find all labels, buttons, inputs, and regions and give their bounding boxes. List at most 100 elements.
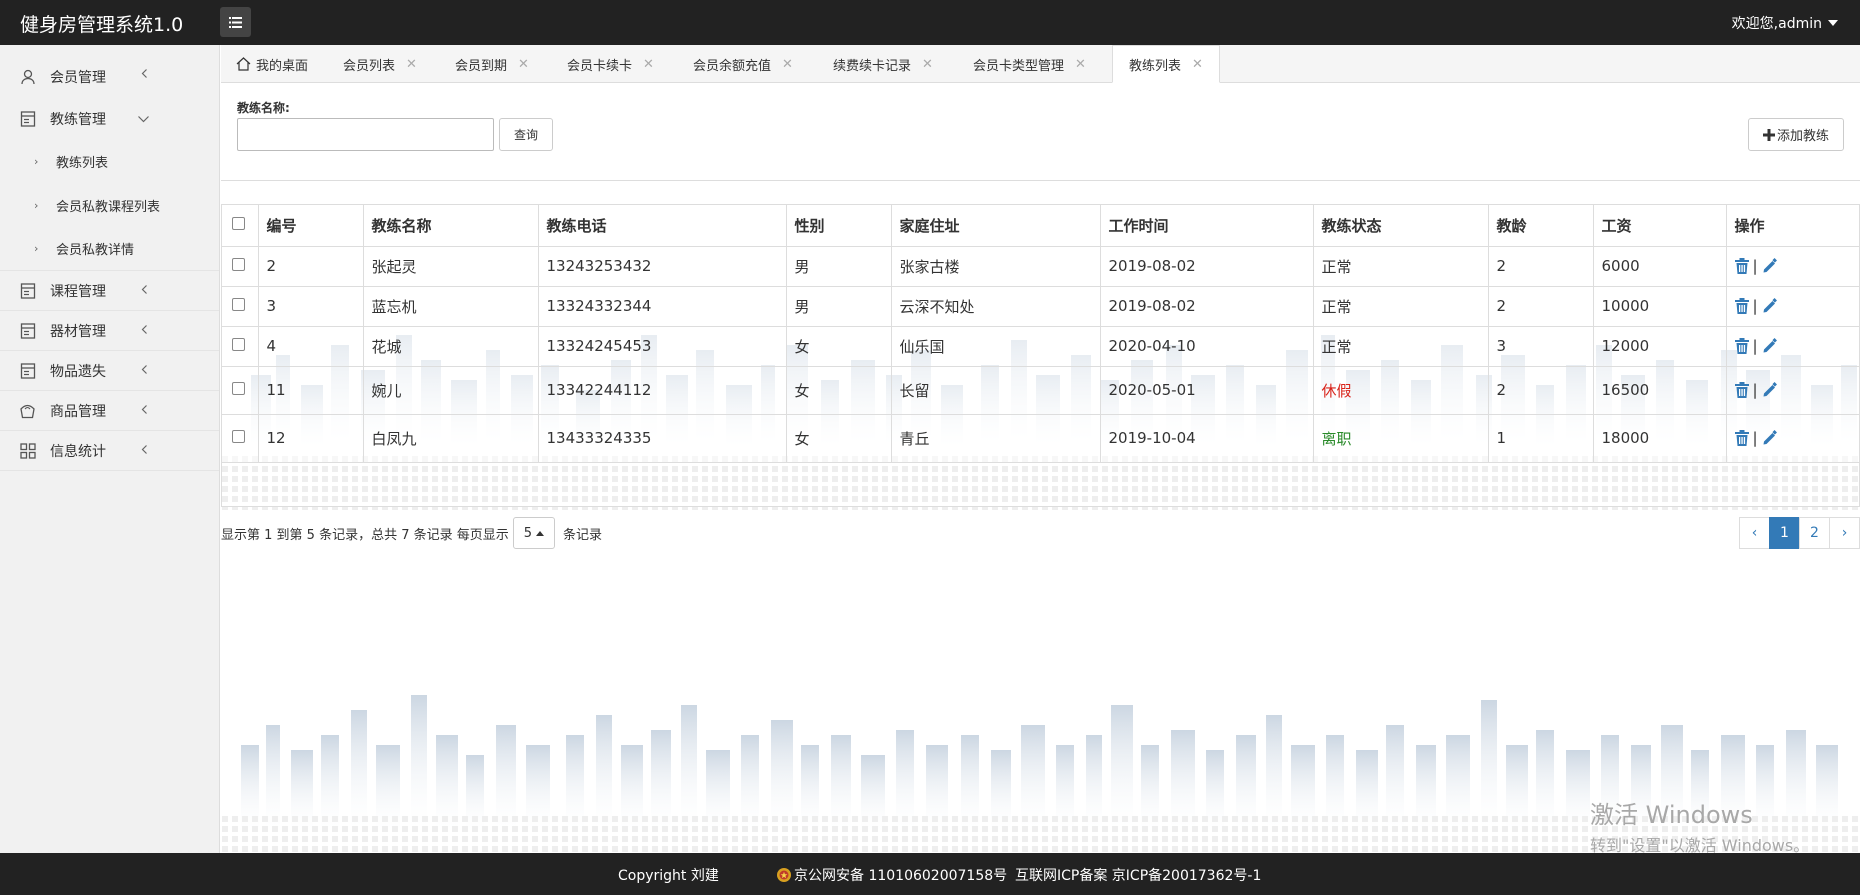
close-icon[interactable]: ✕ [1192,57,1203,72]
edit-pencil-icon[interactable] [1762,382,1778,398]
row-checkbox[interactable] [232,338,245,351]
sidebar-item-statistics[interactable]: 信息统计 [0,431,219,471]
column-header[interactable]: 教龄 [1488,205,1594,247]
page-button-1[interactable]: 1 [1769,517,1800,549]
chevron-left-icon [141,405,147,414]
footer-police-record[interactable]: 京公网安备 11010602007158号 [776,865,1007,885]
page-size-select[interactable]: 5 [512,517,556,549]
tab-desktop[interactable]: 我的桌面 [236,45,308,83]
edit-pencil-icon[interactable] [1762,258,1778,274]
trash-icon[interactable] [1734,382,1749,398]
sidebar-subitem-label: 教练列表 [56,155,109,171]
row-checkbox[interactable] [232,382,245,395]
footer-icp[interactable]: 互联网ICP备案 京ICP备20017362号-1 [1015,865,1261,885]
chevron-left-icon [141,365,147,374]
row-actions-cell: | [1726,286,1859,327]
close-icon[interactable]: ✕ [782,57,793,72]
trash-icon[interactable] [1734,338,1749,354]
edit-pencil-icon[interactable] [1762,298,1778,314]
column-header[interactable]: 家庭住址 [891,205,1101,247]
close-icon[interactable]: ✕ [518,57,529,72]
sidebar-subitem-private-detail[interactable]: › 会员私教详情 [0,227,219,271]
tab-balance-recharge[interactable]: 会员余额充值 ✕ [693,45,793,83]
sidebar-item-course[interactable]: 课程管理 [0,271,219,311]
page-button-2[interactable]: 2 [1799,517,1830,549]
sidebar-item-coach[interactable]: 教练管理 [0,99,219,139]
sidebar-item-lost-items[interactable]: 物品遗失 [0,351,219,391]
table-cell: 男 [786,286,892,327]
select-all-checkbox[interactable] [232,217,245,231]
sidebar-item-member[interactable]: 会员管理 [0,55,219,99]
trash-icon[interactable] [1734,430,1749,446]
edit-pencil-icon[interactable] [1762,338,1778,354]
column-header[interactable]: 教练电话 [538,205,787,247]
table-cell: 2019-10-04 [1100,414,1314,463]
tab-bar: 我的桌面 会员列表 ✕ 会员到期 ✕ 会员卡续卡 ✕ 会员余额充值 ✕ 续费续卡记录 ✕ … [221,45,1860,83]
coach-table: 编号 教练名称 教练电话 性别 家庭住址 工作时间 教练状态 教龄 工资 操作 … [221,204,1860,507]
watermark-line1: 激活 Windows [1590,801,1753,829]
sidebar-item-goods[interactable]: 商品管理 [0,391,219,431]
sidebar-subitem-private-course-list[interactable]: › 会员私教课程列表 [0,183,219,227]
table-cell: 离职 [1313,414,1489,463]
table-cell: 1 [1488,414,1594,463]
sidebar-subitem-coach-list[interactable]: › 教练列表 [0,139,219,183]
table-cell: 婉儿 [363,366,539,415]
top-bar: 健身房管理系统1.0 欢迎您,admin [0,0,1860,45]
document-icon [19,322,36,339]
pager-info: 显示第 1 到第 5 条记录，总共 7 条记录 每页显示 5 条记录 [221,517,602,549]
tab-coach-list[interactable]: 教练列表 ✕ [1112,45,1220,83]
user-icon [19,69,36,86]
table-cell: 男 [786,246,892,287]
column-header[interactable]: 教练状态 [1313,205,1489,247]
query-button[interactable]: 查询 [499,118,553,151]
document-icon [19,111,36,128]
sidebar-item-equipment[interactable]: 器材管理 [0,311,219,351]
tab-member-expiry[interactable]: 会员到期 ✕ [455,45,529,83]
trash-icon[interactable] [1734,258,1749,274]
close-icon[interactable]: ✕ [922,57,933,72]
action-separator: | [1752,381,1758,399]
column-header[interactable]: 工作时间 [1100,205,1314,247]
table-cell: 长留 [891,366,1101,415]
column-header[interactable]: 教练名称 [363,205,539,247]
row-checkbox[interactable] [232,298,245,311]
row-select-cell [222,326,259,367]
table-cell: 3 [1488,326,1594,367]
chevron-right-icon: › [34,154,39,168]
next-page-button[interactable]: › [1829,517,1860,549]
table-cell: 云深不知处 [891,286,1101,327]
column-header[interactable]: 编号 [258,205,364,247]
sidebar-item-label: 信息统计 [50,443,106,460]
tab-member-list[interactable]: 会员列表 ✕ [343,45,417,83]
tab-card-renew[interactable]: 会员卡续卡 ✕ [567,45,654,83]
trash-icon[interactable] [1734,298,1749,314]
chevron-left-icon [141,69,147,78]
table-cell: 12 [258,414,364,463]
action-separator: | [1752,257,1758,275]
coach-name-input[interactable] [237,118,494,151]
tab-card-type[interactable]: 会员卡类型管理 ✕ [973,45,1086,83]
menu-toggle-button[interactable] [220,7,251,37]
edit-pencil-icon[interactable] [1762,430,1778,446]
row-actions-cell: | [1726,246,1859,287]
close-icon[interactable]: ✕ [1075,57,1086,72]
column-header[interactable]: 性别 [786,205,892,247]
tab-label: 续费续卡记录 [833,58,912,74]
table-cell: 张家古楼 [891,246,1101,287]
row-checkbox[interactable] [232,430,245,443]
add-coach-button[interactable]: 添加教练 [1748,118,1844,151]
tab-renewal-records[interactable]: 续费续卡记录 ✕ [833,45,933,83]
row-checkbox[interactable] [232,258,245,271]
user-menu[interactable]: 欢迎您,admin [1732,13,1838,33]
app-title: 健身房管理系统1.0 [20,14,184,36]
close-icon[interactable]: ✕ [406,57,417,72]
table-cell: 4 [258,326,364,367]
table-cell: 张起灵 [363,246,539,287]
main-content: 我的桌面 会员列表 ✕ 会员到期 ✕ 会员卡续卡 ✕ 会员余额充值 ✕ 续费续卡记录 ✕ … [221,45,1860,853]
table-cell: 2019-08-02 [1100,286,1314,327]
column-header[interactable]: 工资 [1593,205,1727,247]
caret-up-icon [536,530,545,536]
prev-page-button[interactable]: ‹ [1739,517,1770,549]
close-icon[interactable]: ✕ [643,57,654,72]
table-cell: 女 [786,326,892,367]
